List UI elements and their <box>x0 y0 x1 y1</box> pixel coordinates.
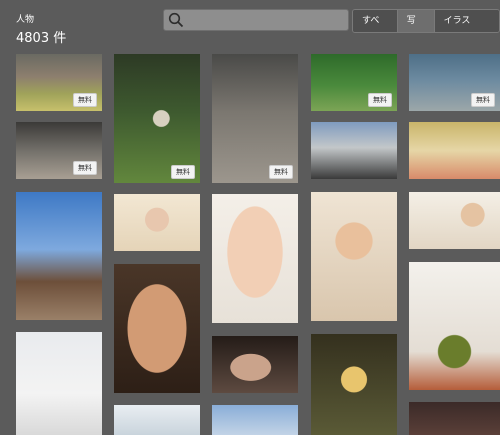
photo-tile[interactable] <box>212 336 298 393</box>
photo-tile[interactable] <box>311 192 397 321</box>
photo-tile[interactable] <box>212 405 298 435</box>
header: 人物 4803 件 すべて 写真 イラスト <box>0 0 500 48</box>
photo-tile[interactable] <box>409 122 500 179</box>
photo-tile[interactable] <box>409 402 500 435</box>
free-badge: 無料 <box>73 93 97 107</box>
photo <box>114 54 200 183</box>
photo <box>16 332 102 435</box>
photo <box>212 194 298 323</box>
photo-tile[interactable] <box>16 192 102 320</box>
photo-tile[interactable]: 無料 <box>212 54 298 183</box>
photo <box>311 192 397 321</box>
tab-photo[interactable]: 写真 <box>397 10 435 32</box>
photo <box>212 336 298 393</box>
photo <box>311 122 397 179</box>
free-badge: 無料 <box>368 93 392 107</box>
free-badge: 無料 <box>73 161 97 175</box>
free-badge: 無料 <box>471 93 495 107</box>
search-icon <box>168 12 184 28</box>
category-title: 人物 <box>16 15 35 25</box>
photo <box>114 194 200 251</box>
free-badge: 無料 <box>269 165 293 179</box>
photo-tile[interactable]: 無料 <box>409 54 500 111</box>
photo-tile[interactable]: 無料 <box>16 54 102 111</box>
photo-tile[interactable] <box>114 264 200 393</box>
photo <box>212 54 298 183</box>
photo <box>311 334 397 435</box>
photo <box>409 262 500 390</box>
photo <box>114 264 200 393</box>
photo <box>16 192 102 320</box>
photo-tile[interactable] <box>311 122 397 179</box>
photo-tile[interactable] <box>409 262 500 390</box>
free-badge: 無料 <box>171 165 195 179</box>
photo-tile[interactable] <box>409 192 500 249</box>
photo-tile[interactable] <box>16 332 102 435</box>
photo-tile[interactable] <box>114 405 200 435</box>
filter-tabs: すべて 写真 イラスト <box>352 9 500 33</box>
photo <box>409 192 500 249</box>
search-input[interactable] <box>163 9 349 31</box>
photo <box>409 402 500 435</box>
photo <box>212 405 298 435</box>
tab-illustration[interactable]: イラスト <box>434 10 499 32</box>
photo-tile[interactable] <box>311 334 397 435</box>
photo <box>114 405 200 435</box>
photo <box>409 122 500 179</box>
photo-tile[interactable]: 無料 <box>16 122 102 179</box>
tab-all[interactable]: すべて <box>353 10 398 32</box>
photo-tile[interactable]: 無料 <box>311 54 397 111</box>
result-count: 4803 件 <box>16 31 67 46</box>
photo-tile[interactable]: 無料 <box>114 54 200 183</box>
photo-tile[interactable] <box>114 194 200 251</box>
photo-tile[interactable] <box>212 194 298 323</box>
